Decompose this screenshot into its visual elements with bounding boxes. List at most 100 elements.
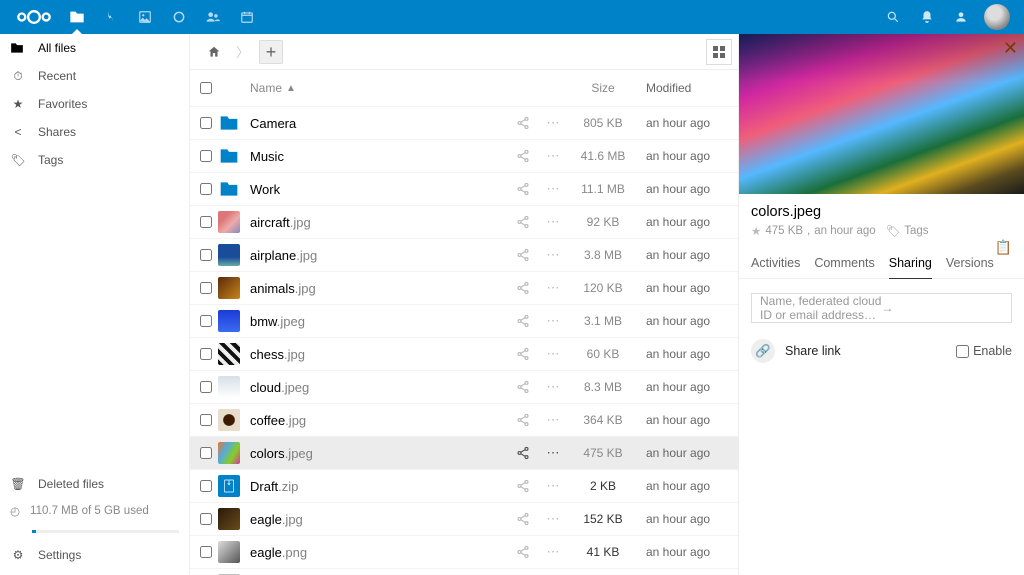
app-activity-icon[interactable] (94, 0, 128, 34)
pin-icon[interactable]: 📋 (993, 237, 1014, 258)
more-icon[interactable]: ⋯ (538, 181, 568, 197)
more-icon[interactable]: ⋯ (538, 214, 568, 230)
app-contacts-icon[interactable] (196, 0, 230, 34)
details-subinfo: ★ 475 KB, an hour ago 🏷Tags (751, 224, 1012, 238)
share-icon[interactable] (508, 215, 538, 229)
table-row[interactable]: Camera ⋯ 805 KB an hour ago (190, 106, 738, 139)
share-icon[interactable] (508, 149, 538, 163)
table-row[interactable]: eagle.png ⋯ 41 KB an hour ago (190, 535, 738, 568)
share-icon[interactable] (508, 182, 538, 196)
table-row[interactable]: animals.jpg ⋯ 120 KB an hour ago (190, 271, 738, 304)
sidebar-item-shares[interactable]: <Shares (0, 118, 189, 146)
more-icon[interactable]: ⋯ (538, 478, 568, 494)
table-row[interactable]: bmw.jpeg ⋯ 3.1 MB an hour ago (190, 304, 738, 337)
more-icon[interactable]: ⋯ (538, 445, 568, 461)
app-gallery-icon[interactable] (128, 0, 162, 34)
row-checkbox[interactable] (194, 480, 218, 492)
sidebar-item-tags[interactable]: 🏷Tags (0, 146, 189, 174)
table-row[interactable]: Draft.zip ⋯ 2 KB an hour ago (190, 469, 738, 502)
row-checkbox[interactable] (194, 381, 218, 393)
share-icon[interactable] (508, 281, 538, 295)
file-size: 475 KB (568, 446, 638, 460)
col-size-header[interactable]: Size (568, 81, 638, 95)
share-icon[interactable] (508, 347, 538, 361)
app-calendar-icon[interactable] (230, 0, 264, 34)
more-icon[interactable]: ⋯ (538, 346, 568, 362)
file-size: 11.1 MB (568, 182, 638, 196)
tab-activities[interactable]: Activities (751, 256, 800, 278)
more-icon[interactable]: ⋯ (538, 412, 568, 428)
select-all-checkbox[interactable] (194, 82, 218, 94)
sidebar-item-all-files[interactable]: All files (0, 34, 189, 62)
table-row[interactable]: chess.jpg ⋯ 60 KB an hour ago (190, 337, 738, 370)
tab-versions[interactable]: Versions (946, 256, 994, 278)
table-row[interactable]: eagle.jpg ⋯ 152 KB an hour ago (190, 502, 738, 535)
col-modified-header[interactable]: Modified (638, 81, 728, 95)
breadcrumb-home[interactable] (202, 40, 226, 64)
row-checkbox[interactable] (194, 150, 218, 162)
more-icon[interactable]: ⋯ (538, 280, 568, 296)
link-icon[interactable]: 🔗 (751, 339, 775, 363)
more-icon[interactable]: ⋯ (538, 544, 568, 560)
file-modified: an hour ago (638, 347, 728, 361)
row-checkbox[interactable] (194, 513, 218, 525)
app-files-icon[interactable] (60, 0, 94, 34)
file-size: 3.8 MB (568, 248, 638, 262)
more-icon[interactable]: ⋯ (538, 313, 568, 329)
col-name-header[interactable]: Name ▲ (250, 81, 508, 95)
tab-sharing[interactable]: Sharing (889, 256, 932, 279)
table-row[interactable]: aircraft.jpg ⋯ 92 KB an hour ago (190, 205, 738, 238)
more-icon[interactable]: ⋯ (538, 247, 568, 263)
table-row[interactable]: Music ⋯ 41.6 MB an hour ago (190, 139, 738, 172)
row-checkbox[interactable] (194, 348, 218, 360)
share-icon[interactable] (508, 512, 538, 526)
row-checkbox[interactable] (194, 315, 218, 327)
more-icon[interactable]: ⋯ (538, 379, 568, 395)
share-icon[interactable] (508, 413, 538, 427)
share-search-input[interactable]: Name, federated cloud ID or email addres… (751, 293, 1012, 323)
row-checkbox[interactable] (194, 546, 218, 558)
sidebar-deleted-files[interactable]: 🗑 Deleted files (0, 470, 189, 498)
row-checkbox[interactable] (194, 216, 218, 228)
share-icon[interactable] (508, 479, 538, 493)
table-row[interactable]: First_flight.jpg ⋯ 27.4 MB an hour ago (190, 568, 738, 575)
contacts-menu-icon[interactable] (944, 0, 978, 34)
sidebar-item-recent[interactable]: ⏱Recent (0, 62, 189, 90)
notifications-icon[interactable] (910, 0, 944, 34)
share-icon[interactable] (508, 545, 538, 559)
enable-share-checkbox[interactable]: Enable (956, 344, 1012, 358)
user-avatar[interactable] (984, 4, 1010, 30)
sidebar-settings[interactable]: ⚙ Settings (0, 541, 189, 569)
table-row[interactable]: Work ⋯ 11.1 MB an hour ago (190, 172, 738, 205)
close-icon[interactable]: ✕ (1003, 38, 1018, 59)
sidebar-item-favorites[interactable]: ★Favorites (0, 90, 189, 118)
share-icon[interactable] (508, 248, 538, 262)
share-icon[interactable] (508, 314, 538, 328)
tag-icon[interactable]: 🏷 (886, 224, 901, 238)
share-icon[interactable] (508, 116, 538, 130)
view-toggle[interactable] (706, 39, 732, 65)
row-checkbox[interactable] (194, 414, 218, 426)
main: All files⏱Recent★Favorites<Shares🏷Tags 🗑… (0, 34, 1024, 575)
quota-text: 110.7 MB of 5 GB used (30, 505, 149, 517)
share-icon[interactable] (508, 380, 538, 394)
app-circle-icon[interactable] (162, 0, 196, 34)
more-icon[interactable]: ⋯ (538, 148, 568, 164)
table-row[interactable]: colors.jpeg ⋯ 475 KB an hour ago (190, 436, 738, 469)
table-row[interactable]: airplane.jpg ⋯ 3.8 MB an hour ago (190, 238, 738, 271)
search-icon[interactable] (876, 0, 910, 34)
row-checkbox[interactable] (194, 117, 218, 129)
tab-comments[interactable]: Comments (814, 256, 874, 278)
table-row[interactable]: coffee.jpg ⋯ 364 KB an hour ago (190, 403, 738, 436)
row-checkbox[interactable] (194, 447, 218, 459)
row-checkbox[interactable] (194, 249, 218, 261)
more-icon[interactable]: ⋯ (538, 115, 568, 131)
more-icon[interactable]: ⋯ (538, 511, 568, 527)
share-icon[interactable] (508, 446, 538, 460)
add-button[interactable]: + (259, 40, 283, 64)
star-icon[interactable]: ★ (751, 224, 761, 238)
content: 〉 + Name ▲ Size Modified Camera (190, 34, 1024, 575)
table-row[interactable]: cloud.jpeg ⋯ 8.3 MB an hour ago (190, 370, 738, 403)
row-checkbox[interactable] (194, 282, 218, 294)
row-checkbox[interactable] (194, 183, 218, 195)
